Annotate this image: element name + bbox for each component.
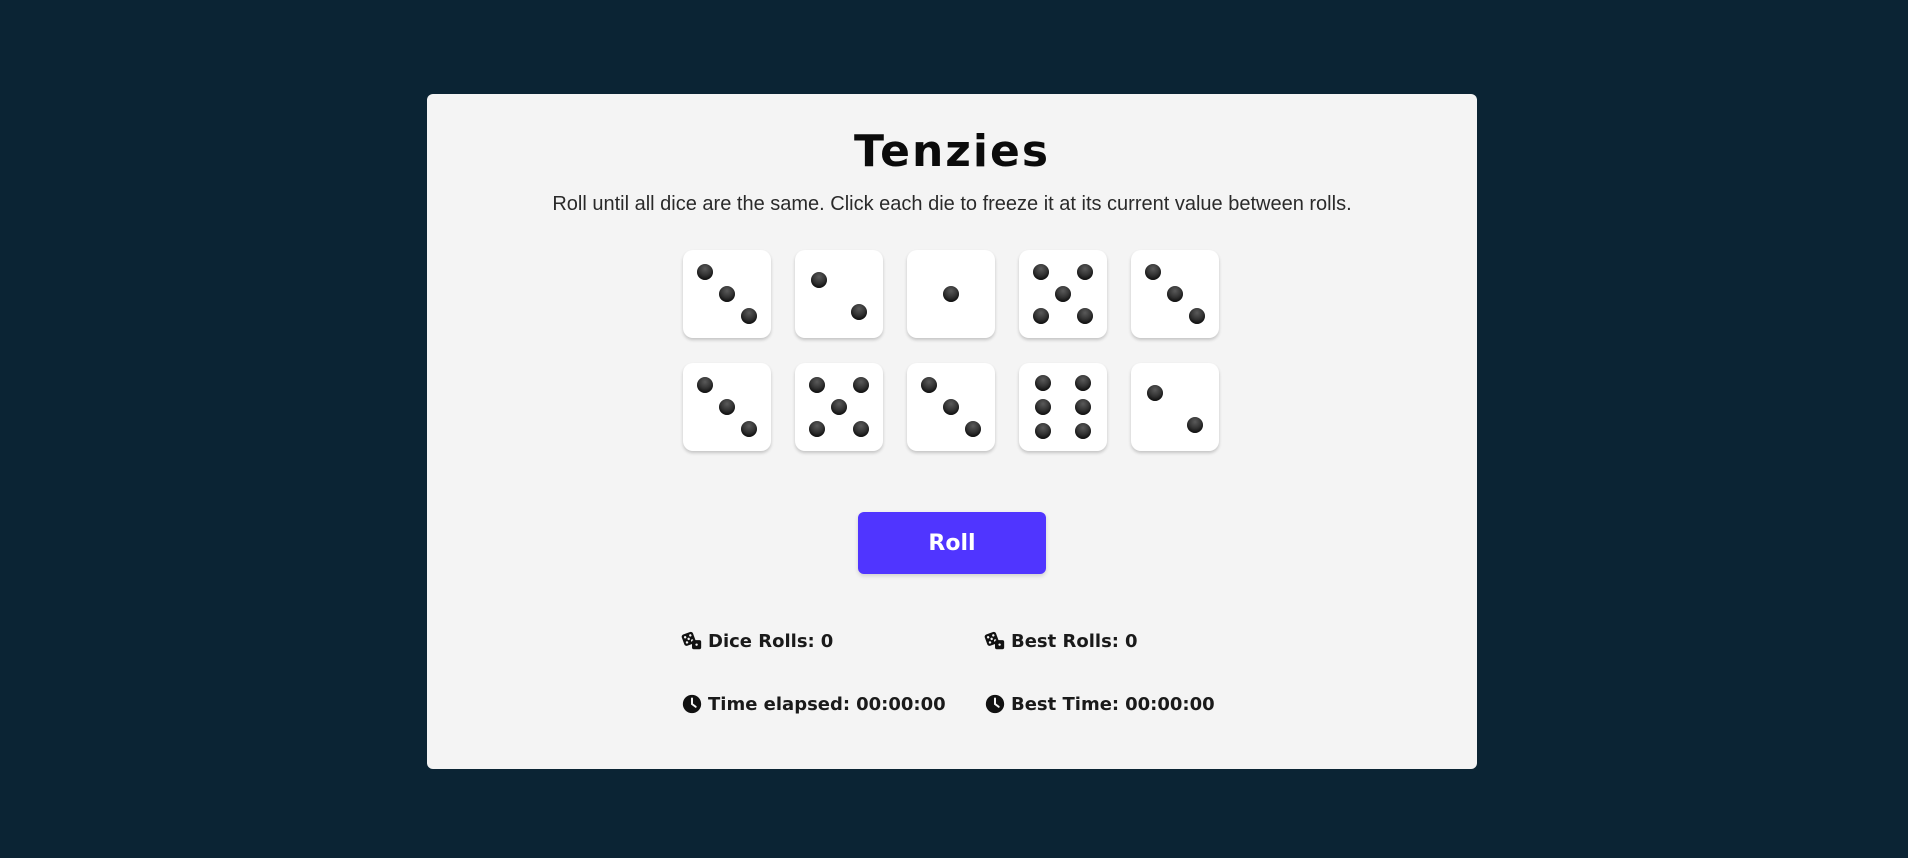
die-pip xyxy=(1077,264,1093,280)
instructions-text: Roll until all dice are the same. Click … xyxy=(552,193,1352,215)
die-pip xyxy=(809,377,825,393)
die[interactable] xyxy=(1019,363,1107,451)
dice-icon xyxy=(984,631,1005,650)
time-elapsed-value: 00:00:00 xyxy=(856,693,946,715)
die-pip xyxy=(921,377,937,393)
die-pip xyxy=(719,399,735,415)
dice-rolls-value: 0 xyxy=(820,630,834,652)
die-pip xyxy=(697,377,713,393)
die-pip xyxy=(1147,385,1163,401)
die-pip xyxy=(851,304,867,320)
dice-rolls-label: Dice Rolls: xyxy=(708,630,815,652)
die[interactable] xyxy=(907,363,995,451)
die[interactable] xyxy=(907,250,995,338)
dice-grid xyxy=(683,250,1219,451)
die-pip xyxy=(719,286,735,302)
die[interactable] xyxy=(683,363,771,451)
die-pip xyxy=(1033,264,1049,280)
die-pip xyxy=(1189,308,1205,324)
game-board: Tenzies Roll until all dice are the same… xyxy=(427,94,1477,769)
die-pip xyxy=(1187,417,1203,433)
die-pip xyxy=(1075,375,1091,391)
die-pip xyxy=(1055,286,1071,302)
die-pip xyxy=(1075,399,1091,415)
die-pip xyxy=(809,421,825,437)
die-pip xyxy=(831,399,847,415)
die-pip xyxy=(1033,308,1049,324)
die-pip xyxy=(741,308,757,324)
die[interactable] xyxy=(1131,250,1219,338)
best-time-value: 00:00:00 xyxy=(1125,693,1215,715)
best-time-stat: Best Time: 00:00:00 xyxy=(984,693,1215,715)
dice-rolls-stat: Dice Rolls: 0 xyxy=(681,630,833,652)
die-pip xyxy=(853,377,869,393)
time-elapsed-stat: Time elapsed: 00:00:00 xyxy=(681,693,946,715)
die-pip xyxy=(943,286,959,302)
die-pip xyxy=(1075,423,1091,439)
die[interactable] xyxy=(1019,250,1107,338)
die-pip xyxy=(741,421,757,437)
die-pip xyxy=(1035,423,1051,439)
die-pip xyxy=(1035,399,1051,415)
die[interactable] xyxy=(795,363,883,451)
die[interactable] xyxy=(683,250,771,338)
roll-button[interactable]: Roll xyxy=(858,512,1046,574)
best-rolls-value: 0 xyxy=(1125,630,1138,652)
die-pip xyxy=(1077,308,1093,324)
best-time-label: Best Time: xyxy=(1011,693,1120,715)
die-pip xyxy=(811,272,827,288)
dice-icon xyxy=(681,631,702,650)
best-rolls-stat: Best Rolls: 0 xyxy=(984,630,1138,652)
die[interactable] xyxy=(795,250,883,338)
clock-icon xyxy=(682,694,702,714)
die-pip xyxy=(965,421,981,437)
die-pip xyxy=(1145,264,1161,280)
die-pip xyxy=(1035,375,1051,391)
page-title: Tenzies xyxy=(853,126,1051,177)
die-pip xyxy=(943,399,959,415)
die[interactable] xyxy=(1131,363,1219,451)
die-pip xyxy=(1167,286,1183,302)
time-elapsed-label: Time elapsed: xyxy=(708,693,851,715)
clock-icon xyxy=(985,694,1005,714)
best-rolls-label: Best Rolls: xyxy=(1011,630,1119,652)
die-pip xyxy=(853,421,869,437)
die-pip xyxy=(697,264,713,280)
